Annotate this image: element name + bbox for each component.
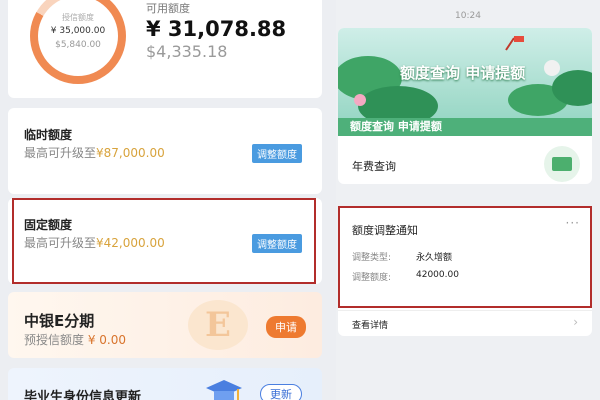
view-details-link[interactable]: 查看详情 (352, 318, 388, 331)
annual-fee-card-icon[interactable] (544, 146, 580, 182)
temp-quota-card[interactable]: 临时额度 最高可升级至¥87,000.00 调整额度 (8, 108, 322, 194)
graduate-update-button[interactable]: 更新 (260, 384, 302, 400)
card-shape-icon (552, 157, 572, 171)
ring-secondary-amount: $5,840.00 (55, 40, 101, 50)
credit-ring-center: 授信额度 ¥ 35,000.00 $5,840.00 (38, 0, 118, 76)
installment-subtitle: 预授信额度 ¥ 0.00 (24, 331, 126, 348)
installment-title: 中银E分期 (24, 312, 95, 330)
credit-summary-card: 授信额度 ¥ 35,000.00 $5,840.00 可用额度 ¥ 31,078… (8, 0, 322, 98)
banner-caption: 额度查询 申请提额 (350, 120, 442, 133)
temp-quota-sub-prefix: 最高可升级至 (24, 146, 97, 160)
promo-banner-card[interactable]: 额度查询 申请提额 额度查询 申请提额 年费查询 (338, 28, 592, 184)
graduate-update-title: 毕业生身份信息更新 (24, 390, 142, 400)
temp-quota-adjust-button[interactable]: 调整额度 (252, 144, 302, 163)
installment-amount: ¥ 0.00 (87, 333, 127, 347)
installment-sub-prefix: 预授信额度 (24, 333, 85, 347)
status-time: 10:24 (455, 11, 481, 21)
available-amount: ¥ 31,078.88 (146, 17, 287, 41)
temp-quota-title: 临时额度 (24, 128, 73, 142)
temp-quota-subtitle: 最高可升级至¥87,000.00 (24, 144, 165, 161)
annual-fee-query-label[interactable]: 年费查询 (352, 158, 396, 174)
banner-headline: 额度查询 申请提额 (400, 64, 526, 82)
right-screen: 10:24 额度查询 申请提额 额度查询 申请提额 年费查询 额度调整通知 ··… (336, 0, 600, 400)
installment-e-logo: E (188, 300, 248, 350)
installment-apply-button[interactable]: 申请 (266, 316, 306, 338)
notice-highlight-box (338, 206, 592, 308)
installment-card[interactable]: E 中银E分期 预授信额度 ¥ 0.00 申请 (8, 292, 322, 358)
left-screen: 授信额度 ¥ 35,000.00 $5,840.00 可用额度 ¥ 31,078… (0, 0, 330, 400)
available-secondary-amount: $4,335.18 (146, 42, 228, 61)
available-label: 可用额度 (146, 2, 190, 15)
ring-total-amount: ¥ 35,000.00 (50, 26, 106, 36)
ring-label: 授信额度 (62, 13, 94, 22)
fixed-quota-highlight-box (12, 198, 316, 284)
chevron-right-icon[interactable]: › (573, 315, 578, 329)
notice-divider (338, 310, 592, 311)
temp-quota-max-amount: ¥87,000.00 (96, 146, 165, 160)
graduate-update-card[interactable]: 毕业生身份信息更新 更新 (8, 368, 322, 400)
graduation-cap-icon (206, 380, 242, 400)
credit-ring-chart: 授信额度 ¥ 35,000.00 $5,840.00 (30, 0, 126, 84)
